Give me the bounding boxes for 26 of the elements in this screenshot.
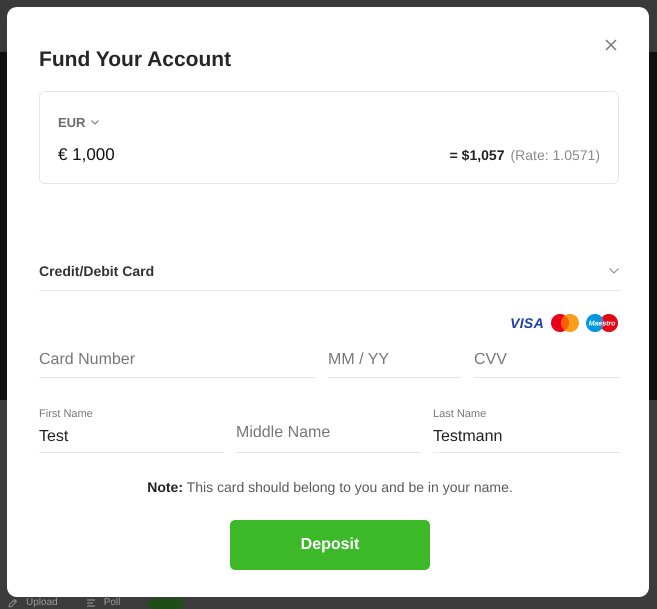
input-field[interactable]: Middle Name <box>236 414 421 453</box>
amount-value: € 1,000 <box>58 145 115 165</box>
chevron-down-icon <box>91 120 100 124</box>
input-field[interactable]: Test <box>39 422 224 453</box>
chevron-down-icon <box>609 268 619 274</box>
close-icon <box>605 39 617 51</box>
input-field[interactable]: MM / YY <box>328 342 461 378</box>
input-field[interactable]: Testmann <box>433 422 620 453</box>
converted-amount: = $1,057 <box>450 147 504 163</box>
card-ownership-note: Note: This card should belong to you and be in your name. <box>147 478 513 497</box>
payment-method-dropdown[interactable]: Credit/Debit Card <box>39 252 621 291</box>
input-field[interactable]: CVV <box>474 342 620 378</box>
status-pill <box>148 599 184 609</box>
mastercard-logo <box>551 314 579 332</box>
pencil-icon <box>8 598 18 608</box>
dialog-title: Fund Your Account <box>39 47 232 73</box>
toolbar-label[interactable]: Upload <box>26 597 58 609</box>
currency-dropdown[interactable]: EUR <box>58 113 100 131</box>
field-label: First Name <box>39 407 93 422</box>
input-field[interactable]: Card Number <box>39 342 315 378</box>
toolbar-label[interactable]: Poll <box>104 597 120 609</box>
list-icon <box>86 598 96 608</box>
exchange-rate: (Rate: 1.0571) <box>510 147 600 163</box>
close-button[interactable] <box>605 39 617 51</box>
visa-logo: VISA <box>510 315 544 331</box>
field-label: Last Name <box>433 407 486 422</box>
